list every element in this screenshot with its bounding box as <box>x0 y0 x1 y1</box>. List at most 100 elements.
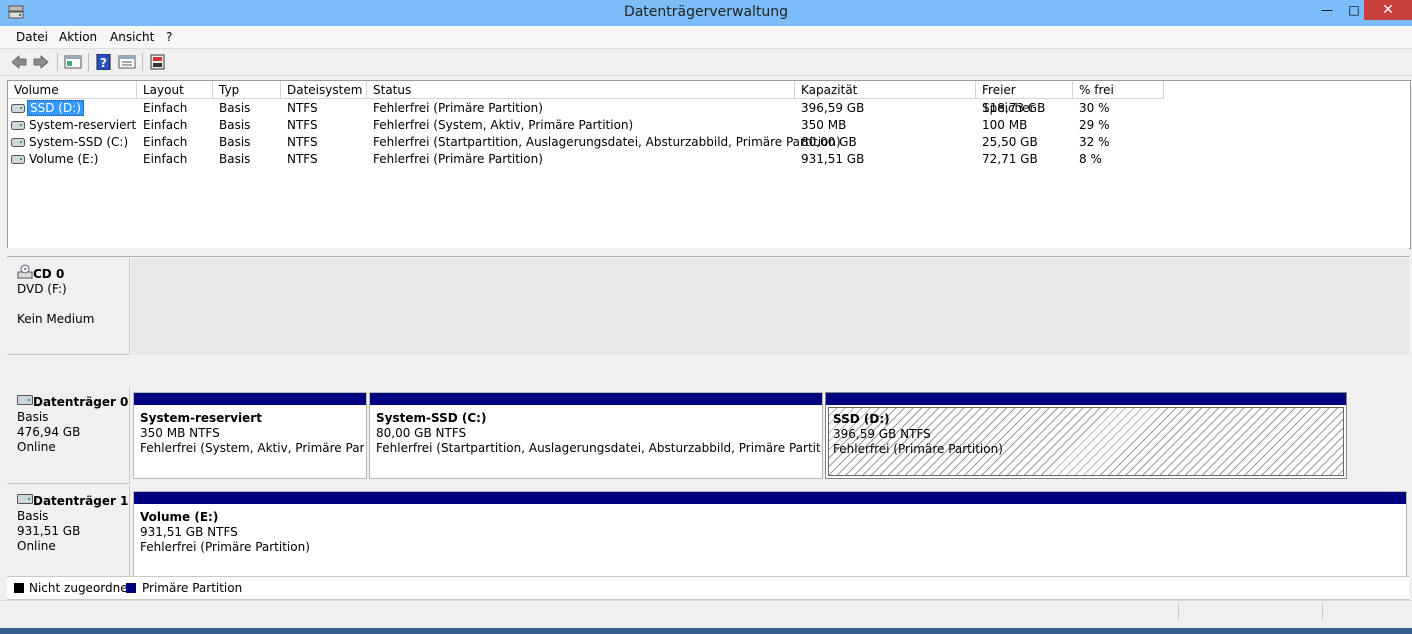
partition-system-reserved[interactable]: System-reserviert 350 MB NTFS Fehlerfrei… <box>133 392 367 479</box>
legend-bar: Nicht zugeordnet Primäre Partition <box>7 576 1409 600</box>
partition-status: Fehlerfrei (Primäre Partition) <box>833 442 1003 456</box>
volume-icon <box>11 138 25 147</box>
partition-ssd-d-selected[interactable]: SSD (D:) 396,59 GB NTFS Fehlerfrei (Prim… <box>825 392 1347 479</box>
partition-size: 80,00 GB NTFS <box>376 426 467 440</box>
toolbar-separator <box>142 53 143 71</box>
column-header-free-space[interactable]: Freier Speicher <box>976 81 1073 115</box>
disk-settings-icon[interactable] <box>149 54 167 70</box>
volume-layout: Einfach <box>143 118 188 132</box>
volume-icon <box>11 121 25 130</box>
legend-swatch-unallocated <box>14 583 24 593</box>
volume-free-space: 72,71 GB <box>982 152 1038 166</box>
partition-status: Fehlerfrei (Startpartition, Auslagerungs… <box>376 441 820 455</box>
disk-info-line: 931,51 GB <box>17 524 81 538</box>
volume-status: Fehlerfrei (Startpartition, Auslagerungs… <box>373 135 841 149</box>
volume-type: Basis <box>219 118 251 132</box>
partition-status: Fehlerfrei (Primäre Partition) <box>140 540 310 554</box>
console-tree-icon[interactable] <box>64 54 82 70</box>
minimize-button[interactable]: — <box>1312 0 1342 20</box>
column-header-type[interactable]: Typ <box>213 81 281 99</box>
primary-partition-bar <box>370 393 822 405</box>
partition-name: System-reserviert <box>140 411 262 425</box>
volume-layout: Einfach <box>143 101 188 115</box>
legend-label-unallocated: Nicht zugeordnet <box>29 581 133 595</box>
column-header-filesystem[interactable]: Dateisystem <box>281 81 367 99</box>
partition-size: 396,59 GB NTFS <box>833 427 931 441</box>
volume-filesystem: NTFS <box>287 152 318 166</box>
volume-percent-free: 32 % <box>1079 135 1110 149</box>
volume-icon <box>11 155 25 164</box>
table-row[interactable]: SSD (D:) Einfach Basis NTFS Fehlerfrei (… <box>8 100 1410 117</box>
disk-info-line: DVD (F:) <box>17 282 67 296</box>
toolbar-separator <box>57 53 58 71</box>
disk-label-cd0[interactable]: CD 0 DVD (F:) Kein Medium <box>7 258 130 355</box>
partition-name: SSD (D:) <box>833 412 890 426</box>
volume-capacity: 931,51 GB <box>801 152 865 166</box>
volume-type: Basis <box>219 101 251 115</box>
hard-disk-icon <box>17 494 33 504</box>
disk-label-disk0[interactable]: Datenträger 0 Basis 476,94 GB Online <box>7 387 130 484</box>
partition-size: 350 MB NTFS <box>140 426 220 440</box>
help-icon[interactable]: ? <box>95 54 113 70</box>
volume-percent-free: 8 % <box>1079 152 1102 166</box>
volume-type: Basis <box>219 135 251 149</box>
disk-info-line: Basis <box>17 410 49 424</box>
menu-bar: Datei Aktion Ansicht ? <box>0 26 1412 49</box>
volume-name: Volume (E:) <box>29 152 99 166</box>
title-bar: Datenträgerverwaltung — □ ✕ <box>0 0 1412 26</box>
disk-info-line: Online <box>17 539 56 553</box>
forward-arrow-icon[interactable] <box>32 54 50 70</box>
primary-partition-bar <box>134 393 366 405</box>
partition-volume-e[interactable]: Volume (E:) 931,51 GB NTFS Fehlerfrei (P… <box>133 491 1407 578</box>
volume-free-space: 25,50 GB <box>982 135 1038 149</box>
disk-graphical-view: CD 0 DVD (F:) Kein Medium Datenträger 0 … <box>7 258 1409 583</box>
volume-status: Fehlerfrei (System, Aktiv, Primäre Parti… <box>373 118 634 132</box>
pane-splitter[interactable] <box>7 248 1409 257</box>
column-header-layout[interactable]: Layout <box>137 81 213 99</box>
disk-info-line: 476,94 GB <box>17 425 81 439</box>
disk-info-line: Online <box>17 440 56 454</box>
disk-area-cd0[interactable] <box>131 258 1409 355</box>
menu-help[interactable]: ? <box>166 30 172 44</box>
volume-percent-free: 29 % <box>1079 118 1110 132</box>
window-title: Datenträgerverwaltung <box>623 4 789 20</box>
partition-system-ssd-c[interactable]: System-SSD (C:) 80,00 GB NTFS Fehlerfrei… <box>369 392 823 479</box>
properties-icon[interactable] <box>118 54 136 70</box>
primary-partition-bar <box>134 492 1406 504</box>
volume-name: System-reserviert <box>29 118 137 132</box>
disk-info-line: Kein Medium <box>17 312 95 326</box>
table-row[interactable]: Volume (E:) Einfach Basis NTFS Fehlerfre… <box>8 151 1410 168</box>
taskbar-edge <box>0 628 1412 634</box>
volume-filesystem: NTFS <box>287 101 318 115</box>
volume-list[interactable]: Volume Layout Typ Dateisystem Status Kap… <box>7 80 1411 249</box>
volume-name: SSD (D:) <box>27 100 84 116</box>
back-arrow-icon[interactable] <box>10 54 28 70</box>
close-button[interactable]: ✕ <box>1364 0 1412 20</box>
cd-drive-icon <box>17 264 33 279</box>
volume-icon <box>11 104 25 113</box>
table-row[interactable]: System-SSD (C:) Einfach Basis NTFS Fehle… <box>8 134 1410 151</box>
column-header-volume[interactable]: Volume <box>8 81 137 99</box>
partition-status: Fehlerfrei (System, Aktiv, Primäre Parti… <box>140 441 364 455</box>
volume-capacity: 80,00 GB <box>801 135 857 149</box>
legend-swatch-primary <box>126 583 136 593</box>
svg-text:?: ? <box>100 56 107 70</box>
column-header-percent-free[interactable]: % frei <box>1073 81 1164 99</box>
menu-datei[interactable]: Datei <box>16 30 48 44</box>
menu-aktion[interactable]: Aktion <box>59 30 97 44</box>
partition-name: System-SSD (C:) <box>376 411 487 425</box>
disk-name: CD 0 <box>33 267 65 281</box>
menu-ansicht[interactable]: Ansicht <box>110 30 154 44</box>
column-header-capacity[interactable]: Kapazität <box>795 81 976 99</box>
column-header-status[interactable]: Status <box>367 81 795 99</box>
table-row[interactable]: System-reserviert Einfach Basis NTFS Feh… <box>8 117 1410 134</box>
disk-label-disk1[interactable]: Datenträger 1 Basis 931,51 GB Online <box>7 486 130 583</box>
volume-filesystem: NTFS <box>287 118 318 132</box>
volume-status: Fehlerfrei (Primäre Partition) <box>373 101 543 115</box>
volume-status: Fehlerfrei (Primäre Partition) <box>373 152 543 166</box>
disk-name: Datenträger 1 <box>33 494 129 508</box>
disk-info-line: Basis <box>17 509 49 523</box>
toolbar-separator <box>88 53 89 71</box>
volume-percent-free: 30 % <box>1079 101 1110 115</box>
volume-free-space: 100 MB <box>982 118 1028 132</box>
